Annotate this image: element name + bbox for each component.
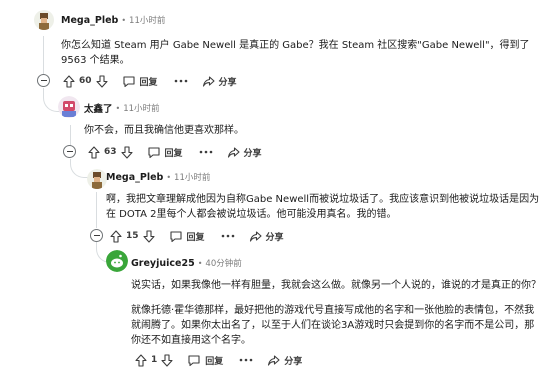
more-options-button[interactable] [239, 358, 253, 362]
upvote-icon [88, 145, 100, 159]
reply-label: 回复 [205, 356, 224, 367]
downvote-icon [142, 229, 155, 243]
timestamp: 11小时前 [129, 16, 166, 26]
separator-dot: • [121, 15, 127, 25]
share-label: 分享 [284, 356, 303, 367]
upvote-icon [135, 353, 147, 367]
comment-bubble-icon [188, 354, 200, 366]
avatar[interactable] [34, 10, 54, 30]
share-button[interactable]: 分享 [249, 230, 284, 243]
comment-body-paragraph-2: 就像托德·霍华德那样，最好把他的游戏代号直接写成他的名字和一张他脸的表情包，不然… [131, 305, 535, 346]
downvote-button[interactable] [120, 145, 133, 159]
timestamp: 40分钟前 [205, 259, 242, 269]
upvote-button[interactable] [88, 145, 100, 159]
share-button[interactable]: 分享 [202, 75, 237, 88]
ellipsis-icon [239, 358, 253, 362]
comment-bubble-icon [122, 75, 135, 87]
comment-body: 你不会，而且我确信他更喜欢那样。 [84, 125, 244, 136]
snoo-avatar-icon [106, 250, 128, 272]
more-options-button[interactable] [174, 79, 188, 83]
vote-count: 15 [126, 231, 139, 241]
upvote-button[interactable] [63, 74, 75, 88]
upvote-button[interactable] [110, 229, 122, 243]
thread-line-2[interactable] [70, 125, 71, 145]
collapse-button[interactable] [90, 229, 103, 242]
upvote-icon [110, 229, 122, 243]
username[interactable]: Greyjuice25 [131, 258, 195, 269]
comment-body-paragraph-1: 说实话，如果我像他一样有胆量，我就会这么做。就像另一个人说的，谁说的才是真正的你… [131, 280, 541, 291]
upvote-icon [63, 74, 75, 88]
username[interactable]: 太鑫了 [84, 101, 113, 115]
separator-dot: • [197, 258, 203, 268]
downvote-icon [120, 145, 133, 159]
share-icon [249, 230, 262, 242]
share-button[interactable]: 分享 [267, 354, 302, 367]
reply-button[interactable]: 回复 [187, 354, 223, 367]
timestamp: 11小时前 [174, 173, 211, 183]
thread-line-3[interactable] [96, 192, 97, 228]
share-icon [227, 146, 240, 158]
avatar[interactable] [106, 250, 128, 272]
downvote-button[interactable] [142, 229, 155, 243]
collapse-button[interactable] [63, 145, 76, 158]
timestamp: 11小时前 [123, 104, 160, 114]
ellipsis-icon [199, 150, 212, 154]
share-icon [268, 354, 280, 366]
username[interactable]: Mega_Pleb [106, 172, 163, 183]
reply-button[interactable]: 回复 [122, 75, 158, 88]
downvote-button[interactable] [161, 353, 173, 367]
reply-button[interactable]: 回复 [147, 146, 183, 159]
collapse-button[interactable] [37, 74, 50, 87]
ellipsis-icon [174, 79, 187, 83]
ellipsis-icon [221, 234, 234, 238]
thread-line-1[interactable] [43, 36, 44, 74]
comment-bubble-icon [147, 146, 160, 158]
reply-label: 回复 [164, 148, 183, 159]
reply-label: 回复 [186, 232, 205, 243]
more-options-button[interactable] [221, 234, 235, 238]
comment-body: 你怎么知道 Steam 用户 Gabe Newell 是真正的 Gabe？我在 … [61, 40, 530, 66]
share-button[interactable]: 分享 [227, 146, 262, 159]
username[interactable]: Mega_Pleb [61, 15, 118, 26]
more-options-button[interactable] [199, 150, 213, 154]
reply-label: 回复 [139, 77, 158, 88]
robot-avatar-icon [58, 96, 80, 118]
reply-button[interactable]: 回复 [169, 230, 205, 243]
separator-dot: • [166, 172, 172, 182]
downvote-button[interactable] [95, 74, 108, 88]
vote-count: 1 [151, 355, 158, 365]
share-icon [202, 75, 215, 87]
vote-count: 60 [79, 76, 92, 86]
pleb-avatar-icon [87, 169, 107, 189]
share-label: 分享 [218, 77, 237, 88]
downvote-icon [95, 74, 108, 88]
avatar[interactable] [58, 96, 80, 118]
share-label: 分享 [265, 232, 284, 243]
downvote-icon [161, 353, 173, 367]
upvote-button[interactable] [135, 353, 147, 367]
vote-count: 63 [104, 147, 117, 157]
comment-body: 啊，我把文章理解成他因为自称Gabe Newell而被说垃圾话了。我应该意识到他… [106, 194, 540, 220]
separator-dot: • [115, 103, 121, 113]
pleb-avatar-icon [34, 10, 54, 30]
avatar[interactable] [87, 169, 107, 189]
share-label: 分享 [243, 148, 262, 159]
comment-bubble-icon [169, 230, 182, 242]
